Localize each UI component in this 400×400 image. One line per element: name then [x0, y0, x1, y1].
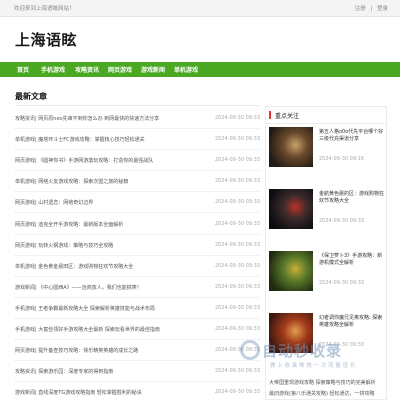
nav-item-game-news[interactable]: 游戏新闻 — [141, 65, 165, 74]
article-title[interactable]: 手机游戏| 大富俭领好手游攻略大全最新 探索玩看世界的最佳指南 — [15, 326, 215, 333]
nav-item-pc-games[interactable]: 单机游戏 — [174, 65, 198, 74]
main-nav: 首页 手机游戏 攻略资讯 网页游戏 游戏新闻 单机游戏 — [0, 62, 400, 77]
article-date: 2024-09-30 09:33 — [214, 262, 260, 269]
article-row[interactable]: 游戏新闻| 《中心圆西A》——治商放人，我们也能搞笑！ 2024-09-30 09… — [15, 277, 260, 298]
featured-date: 2024-09-30 09:33 — [319, 280, 365, 286]
article-title[interactable]: 单机游戏| 魔塔环斗士FC游戏攻略：掌握核心技巧轻松通关 — [15, 136, 215, 143]
article-date: 2024-09-30 09:33 — [214, 220, 260, 227]
article-title[interactable]: 手机游戏| 王者争霸最新攻略大全 探索解析英雄技能与战术布局 — [15, 305, 215, 312]
article-title[interactable]: 网页游戏| 《圆神你书》手游网游激玩攻略：打造你的最强战队 — [15, 157, 215, 164]
sidebar-extra-link[interactable]: 大帝国重现游戏攻略 探索策略与技巧的完美解析 — [269, 379, 385, 388]
featured-thumbnail[interactable] — [269, 127, 313, 167]
article-date: 2024-09-30 09:33 — [214, 115, 260, 121]
sidebar-extra-link[interactable]: 最旧游戏(第八乐通关攻略) 轻松通达，一拼攻略 — [269, 390, 385, 399]
sidebar-accent-bar — [269, 111, 271, 119]
article-date: 2024-09-30 09:33 — [214, 241, 260, 248]
article-row[interactable]: 网页游戏| 山村遗恋：网络奇幻边界 2024-09-30 09:33 — [15, 192, 260, 214]
article-row[interactable]: 攻略资讯| 网页原neo先审不到你怎么办 到网最快的快速方法分享 2024-09-… — [15, 108, 260, 129]
register-link[interactable]: 注册 — [355, 6, 366, 12]
article-row[interactable]: 单机游戏| 魔塔环斗士FC游戏攻略：掌握核心技巧轻松通关 2024-09-30 0… — [15, 129, 260, 151]
article-row[interactable]: 网页游戏| 提升备查技巧攻略：快乐精英英雄的成长之路 2024-09-30 09:… — [15, 340, 260, 362]
article-row[interactable]: 单机游戏| 网络火友游戏攻略：探索次盟之旅的秘籍 2024-09-30 09:33 — [15, 171, 260, 193]
login-link[interactable]: 登录 — [377, 6, 388, 12]
nav-item-guides[interactable]: 攻略资讯 — [75, 65, 99, 74]
article-title[interactable]: 攻略资讯| 探索游乐园：深度专家的得到指南 — [15, 368, 215, 375]
article-title[interactable]: 网页游戏| 迪克全开手游攻略：最新版本全面解析 — [15, 221, 215, 228]
featured-date: 2024-09-30 09:16 — [319, 156, 365, 162]
article-title[interactable]: 单机游戏| 网络火友游戏攻略：探索次盟之旅的秘籍 — [15, 178, 215, 185]
article-date: 2024-09-30 09:33 — [214, 199, 260, 206]
article-title[interactable]: 网页游戏| 玩转火钢游戏：策略与技巧全攻略 — [15, 242, 215, 249]
article-row[interactable]: 攻略资讯| 探索游乐园：深度专家的得到指南 2024-09-30 09:33 — [15, 361, 260, 383]
article-row[interactable]: 网页游戏| 迪克全开手游攻略：最新版本全面解析 2024-09-30 09:33 — [15, 214, 260, 235]
sidebar-header: 重点关注 — [266, 107, 386, 124]
article-date: 2024-09-30 09:33 — [214, 304, 260, 311]
featured-title[interactable]: 《保卫萝卜3》手游攻略：新游机模式全解析 — [319, 253, 385, 267]
article-title[interactable]: 攻略资讯| 网页原neo先审不到你怎么办 到网最快的快速方法分享 — [15, 115, 215, 122]
article-row[interactable]: 手机游戏| 王者争霸最新攻略大全 探索解析英雄技能与战术布局 2024-09-30… — [15, 298, 260, 319]
nav-item-home[interactable]: 首页 — [17, 65, 29, 74]
article-title[interactable]: 游戏新闻| 《中心圆西A》——治商放人，我们也能搞笑！ — [15, 284, 215, 291]
article-title[interactable]: 网页游戏| 山村遗恋：网络奇幻边界 — [15, 199, 215, 206]
article-date: 2024-09-30 09:33 — [214, 178, 260, 185]
article-date: 2024-09-30 09:33 — [214, 326, 260, 332]
article-date: 2024-09-30 09:33 — [214, 389, 260, 396]
welcome-text: 欢迎来到上海语眩网站！ — [14, 6, 75, 12]
featured-title[interactable]: 幻者调你魔兄见奥攻略: 探索英雄攻略全解析 — [319, 315, 385, 329]
article-row[interactable]: 游戏新闻| 直线深度TG游戏攻略指南 轻松掌握胜利的秘诀 2024-09-30 0… — [15, 382, 260, 400]
article-date: 2024-09-30 09:33 — [214, 136, 260, 143]
watermark: 自动秒收录 做 上 收 录 唯 快 一 次 流 量 增 长 — [240, 340, 390, 380]
watermark-subtext: 做 上 收 录 唯 快 一 次 流 量 增 长 — [270, 363, 356, 369]
latest-articles-title: 最新文章 — [15, 92, 47, 101]
article-row[interactable]: 网页游戏| 《圆神你书》手游网游激玩攻略：打造你的最强战队 2024-09-30 … — [15, 150, 260, 172]
top-bar: 欢迎来到上海语眩网站！ 注册 | 登录 — [0, 0, 400, 17]
watermark-text: 自动秒收录 — [262, 342, 343, 360]
site-logo[interactable]: 上海语眩 — [15, 29, 77, 50]
nav-item-web-games[interactable]: 网页游戏 — [108, 65, 132, 74]
article-title[interactable]: 游戏新闻| 直线深度TG游戏攻略指南 轻松掌握胜利的秘诀 — [15, 389, 215, 396]
featured-thumbnail[interactable] — [269, 251, 313, 291]
article-row[interactable]: 手机游戏| 大富俭领好手游攻略大全最新 探索玩看世界的最佳指南 2024-09-3… — [15, 319, 260, 340]
article-title[interactable]: 单机游戏| 金色黄金晨田区：游戏购物狂欢节攻略大全 — [15, 263, 215, 270]
featured-item[interactable]: 第五人格o0o代先平台哪个好 三级代充渠道分享 2024-09-30 09:16 — [269, 127, 385, 171]
featured-item[interactable]: 金航黄色晨的区：游戏购物狂欢节攻略大全 2024-09-30 09:33 — [269, 189, 385, 233]
article-title[interactable]: 网页游戏| 提升备查技巧攻略：快乐精英英雄的成长之路 — [15, 347, 215, 354]
featured-thumbnail[interactable] — [269, 189, 313, 229]
featured-date: 2024-09-30 09:33 — [319, 218, 365, 224]
article-row[interactable]: 单机游戏| 金色黄金晨田区：游戏购物狂欢节攻略大全 2024-09-30 09:3… — [15, 256, 260, 277]
featured-title[interactable]: 金航黄色晨的区：游戏购物狂欢节攻略大全 — [319, 191, 385, 205]
nav-item-mobile-games[interactable]: 手机游戏 — [41, 65, 65, 74]
featured-title[interactable]: 第五人格o0o代先平台哪个好 三级代充渠道分享 — [319, 129, 385, 143]
sidebar-title: 重点关注 — [275, 113, 300, 120]
site-header: 上海语眩 — [0, 17, 400, 62]
links-separator: | — [370, 6, 373, 12]
featured-item[interactable]: 《保卫萝卜3》手游攻略：新游机模式全解析 2024-09-30 09:33 — [269, 251, 385, 295]
article-date: 2024-09-30 09:33 — [214, 283, 260, 290]
article-date: 2024-09-30 09:33 — [214, 157, 260, 164]
section-divider — [15, 105, 260, 106]
account-links: 注册 | 登录 — [352, 4, 388, 12]
watermark-logo-icon — [240, 340, 260, 360]
article-row[interactable]: 网页游戏| 玩转火钢游戏：策略与技巧全攻略 2024-09-30 09:33 — [15, 235, 260, 256]
